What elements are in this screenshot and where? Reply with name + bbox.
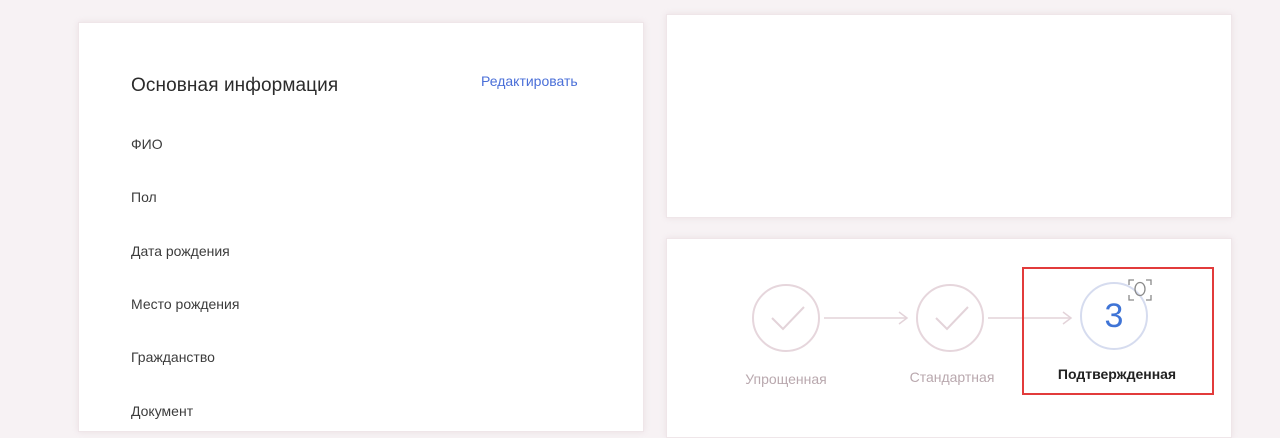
field-label-birth-date: Дата рождения: [131, 243, 230, 259]
step-simplified-label: Упрощенная: [745, 371, 827, 387]
field-label-document: Документ: [131, 403, 194, 419]
field-label-citizenship: Гражданство: [131, 349, 215, 365]
highlight-box: [1022, 267, 1214, 395]
info-card-empty: [666, 14, 1232, 218]
step-standard-circle: [916, 284, 984, 352]
section-title: Основная информация: [131, 75, 339, 96]
step-simplified-circle: [752, 284, 820, 352]
checkmark-icon: [935, 306, 969, 331]
edit-link[interactable]: Редактировать: [481, 73, 578, 89]
field-label-birth-place: Место рождения: [131, 296, 240, 312]
basic-info-card: Основная информация Редактировать ФИО По…: [78, 22, 644, 432]
arrow-right-icon: [824, 311, 909, 325]
field-label-gender: Пол: [131, 189, 157, 205]
checkmark-icon: [771, 306, 805, 331]
step-standard-label: Стандартная: [909, 369, 995, 385]
field-label-name: ФИО: [131, 136, 163, 152]
